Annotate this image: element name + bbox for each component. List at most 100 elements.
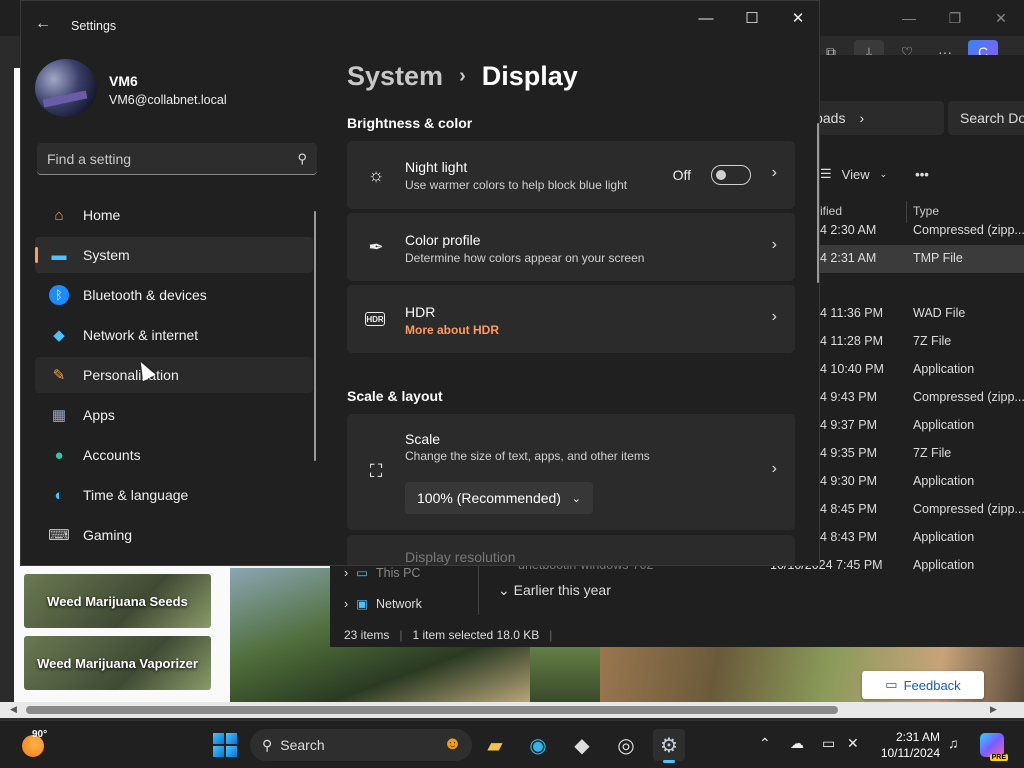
sidebar-item-gaming[interactable]: ⌨ Gaming (35, 517, 313, 553)
search-input[interactable] (47, 150, 298, 167)
nav-label: Network (375, 596, 422, 611)
hdr-learn-more-link[interactable]: More about HDR (405, 323, 499, 337)
scrollbar-thumb[interactable] (26, 706, 838, 714)
table-row[interactable]: 4 9:43 PM Compressed (zipp... (820, 384, 1024, 412)
explorer-search-input[interactable]: Search Do (948, 101, 1024, 135)
table-row-selected[interactable]: 4 2:31 AM TMP File (820, 245, 1024, 273)
row-date: 4 10:40 PM (820, 362, 884, 376)
nav-network[interactable]: › ▣ Network (344, 596, 422, 612)
row-type: Application (913, 530, 975, 544)
table-row[interactable]: 4 2:30 AM Compressed (zipp... (820, 217, 1024, 245)
hdr-icon: HDR (365, 312, 385, 326)
table-row[interactable]: 4 9:30 PM Application (820, 468, 1024, 496)
row-type: Compressed (zipp... (913, 502, 1024, 516)
notification-bell-icon[interactable]: ♫ (948, 735, 959, 751)
chevron-right-icon: › (344, 596, 349, 611)
sidebar-item-time-language[interactable]: ◐ Time & language (35, 477, 313, 513)
sidebar-item-bluetooth[interactable]: ᛒ Bluetooth & devices (35, 277, 313, 313)
table-row[interactable]: 4 11:36 PM WAD File (820, 300, 1024, 328)
nav-this-pc[interactable]: › ▭ This PC (344, 565, 420, 581)
column-type[interactable]: Type (913, 204, 939, 218)
sidebar-item-apps[interactable]: ▦ Apps (35, 397, 313, 433)
search-icon[interactable]: ⚲ (297, 151, 307, 167)
scale-card[interactable]: ⛶ Scale Change the size of text, apps, a… (347, 414, 795, 530)
sun-icon: ☼ (367, 164, 385, 185)
night-light-card[interactable]: ☼ Night light Use warmer colors to help … (347, 141, 795, 209)
view-icon: ☰ (820, 166, 832, 181)
web-tile-vaporizer[interactable]: Weed Marijuana Vaporizer (24, 636, 211, 690)
chevron-right-icon: › (771, 308, 777, 325)
sidebar-item-personalization[interactable]: ✎ Personalization (35, 357, 313, 393)
table-row[interactable]: 4 11:28 PM 7Z File (820, 328, 1024, 356)
taskbar-search[interactable]: ⚲ Search ☻ (250, 729, 472, 761)
chevron-up-icon[interactable]: ⌃ (759, 735, 771, 752)
minimize-button[interactable]: — (683, 1, 729, 35)
sidebar-item-system[interactable]: ▬ System (35, 237, 313, 273)
scale-dropdown[interactable]: 100% (Recommended) ⌄ (405, 482, 593, 514)
maximize-button[interactable]: ☐ (729, 1, 775, 35)
table-row[interactable]: 4 8:43 PM Application (820, 524, 1024, 552)
edge-icon[interactable]: ◉ (522, 729, 554, 761)
more-options-button[interactable]: ••• (915, 167, 929, 182)
table-row[interactable]: 4 10:40 PM Application (820, 356, 1024, 384)
page-title: Display (481, 61, 578, 91)
network-icon[interactable]: ☁ (790, 735, 804, 752)
row-type: Application (913, 474, 975, 488)
table-row[interactable]: 4 9:37 PM Application (820, 412, 1024, 440)
row-date: 4 8:45 PM (820, 502, 877, 516)
row-type: Application (913, 558, 975, 572)
row-date: 4 2:30 AM (820, 223, 877, 237)
card-subtitle: Use warmer colors to help block blue lig… (405, 178, 628, 192)
network-icon: ▣ (356, 597, 368, 611)
feedback-label: Feedback (903, 677, 961, 693)
back-arrow-icon[interactable]: ← (35, 15, 51, 33)
column-date-modified[interactable]: ified (820, 204, 842, 218)
card-subtitle: Determine how colors appear on your scre… (405, 251, 645, 265)
roblox-icon[interactable]: ◆ (566, 729, 598, 761)
sidebar-item-network[interactable]: ◆ Network & internet (35, 317, 313, 353)
eye-app-icon[interactable]: ◎ (610, 729, 642, 761)
browser-restore-button[interactable]: ❐ (932, 0, 978, 36)
web-tile-seeds[interactable]: Weed Marijuana Seeds (24, 574, 211, 628)
weather-widget[interactable]: 90° (20, 729, 48, 759)
browser-close-button[interactable]: ✕ (978, 0, 1024, 36)
avatar[interactable] (35, 59, 97, 117)
sidebar-item-accounts[interactable]: ● Accounts (35, 437, 313, 473)
group-header[interactable]: ⌄ Earlier this year (498, 582, 611, 599)
copilot-taskbar-icon[interactable]: PRE (980, 733, 1008, 761)
display-icon[interactable]: ▭ (822, 735, 835, 752)
settings-icon[interactable]: ⚙ (653, 729, 685, 763)
sidebar-item-label: Home (83, 207, 121, 223)
color-profile-card[interactable]: ✒ Color profile Determine how colors app… (347, 213, 795, 281)
card-title: Scale (405, 431, 441, 447)
close-button[interactable]: ✕ (775, 1, 819, 35)
chevron-right-icon: › (771, 236, 777, 253)
explorer-breadcrumb[interactable]: loads › (808, 101, 944, 135)
start-button[interactable] (213, 733, 237, 757)
resize-icon: ⛶ (369, 460, 383, 481)
table-row[interactable]: 4 9:35 PM 7Z File (820, 440, 1024, 468)
clock[interactable]: 2:31 AM 10/11/2024 (876, 729, 940, 761)
nav-scrollbar[interactable] (314, 211, 316, 461)
browser-minimize-button[interactable]: — (886, 0, 932, 36)
horizontal-scrollbar[interactable]: ◀ ▶ (0, 702, 1024, 718)
card-title: Night light (405, 159, 468, 175)
explorer-toolbar: ☰ View ⌄ ••• (820, 159, 1020, 189)
user-name: VM6 (109, 73, 138, 89)
person-icon: ● (54, 446, 64, 464)
night-light-toggle[interactable] (711, 165, 751, 185)
breadcrumb-system[interactable]: System (347, 61, 443, 92)
table-row[interactable]: 4 8:45 PM Compressed (zipp... (820, 496, 1024, 524)
file-explorer-icon[interactable]: ▰ (479, 729, 511, 761)
row-date: 4 9:35 PM (820, 446, 877, 460)
view-button[interactable]: View (842, 167, 870, 182)
pre-badge: PRE (989, 754, 1008, 761)
content-scrollbar[interactable] (817, 123, 819, 283)
feedback-button[interactable]: ▭ Feedback (862, 671, 984, 699)
sidebar-item-home[interactable]: ⌂ Home (35, 197, 313, 233)
display-resolution-card[interactable]: Display resolution (347, 535, 795, 565)
hdr-card[interactable]: HDR HDR More about HDR › (347, 285, 795, 353)
window-title: Settings (71, 19, 117, 33)
volume-muted-icon[interactable]: ✕ (847, 735, 859, 752)
feedback-icon: ▭ (885, 677, 898, 692)
